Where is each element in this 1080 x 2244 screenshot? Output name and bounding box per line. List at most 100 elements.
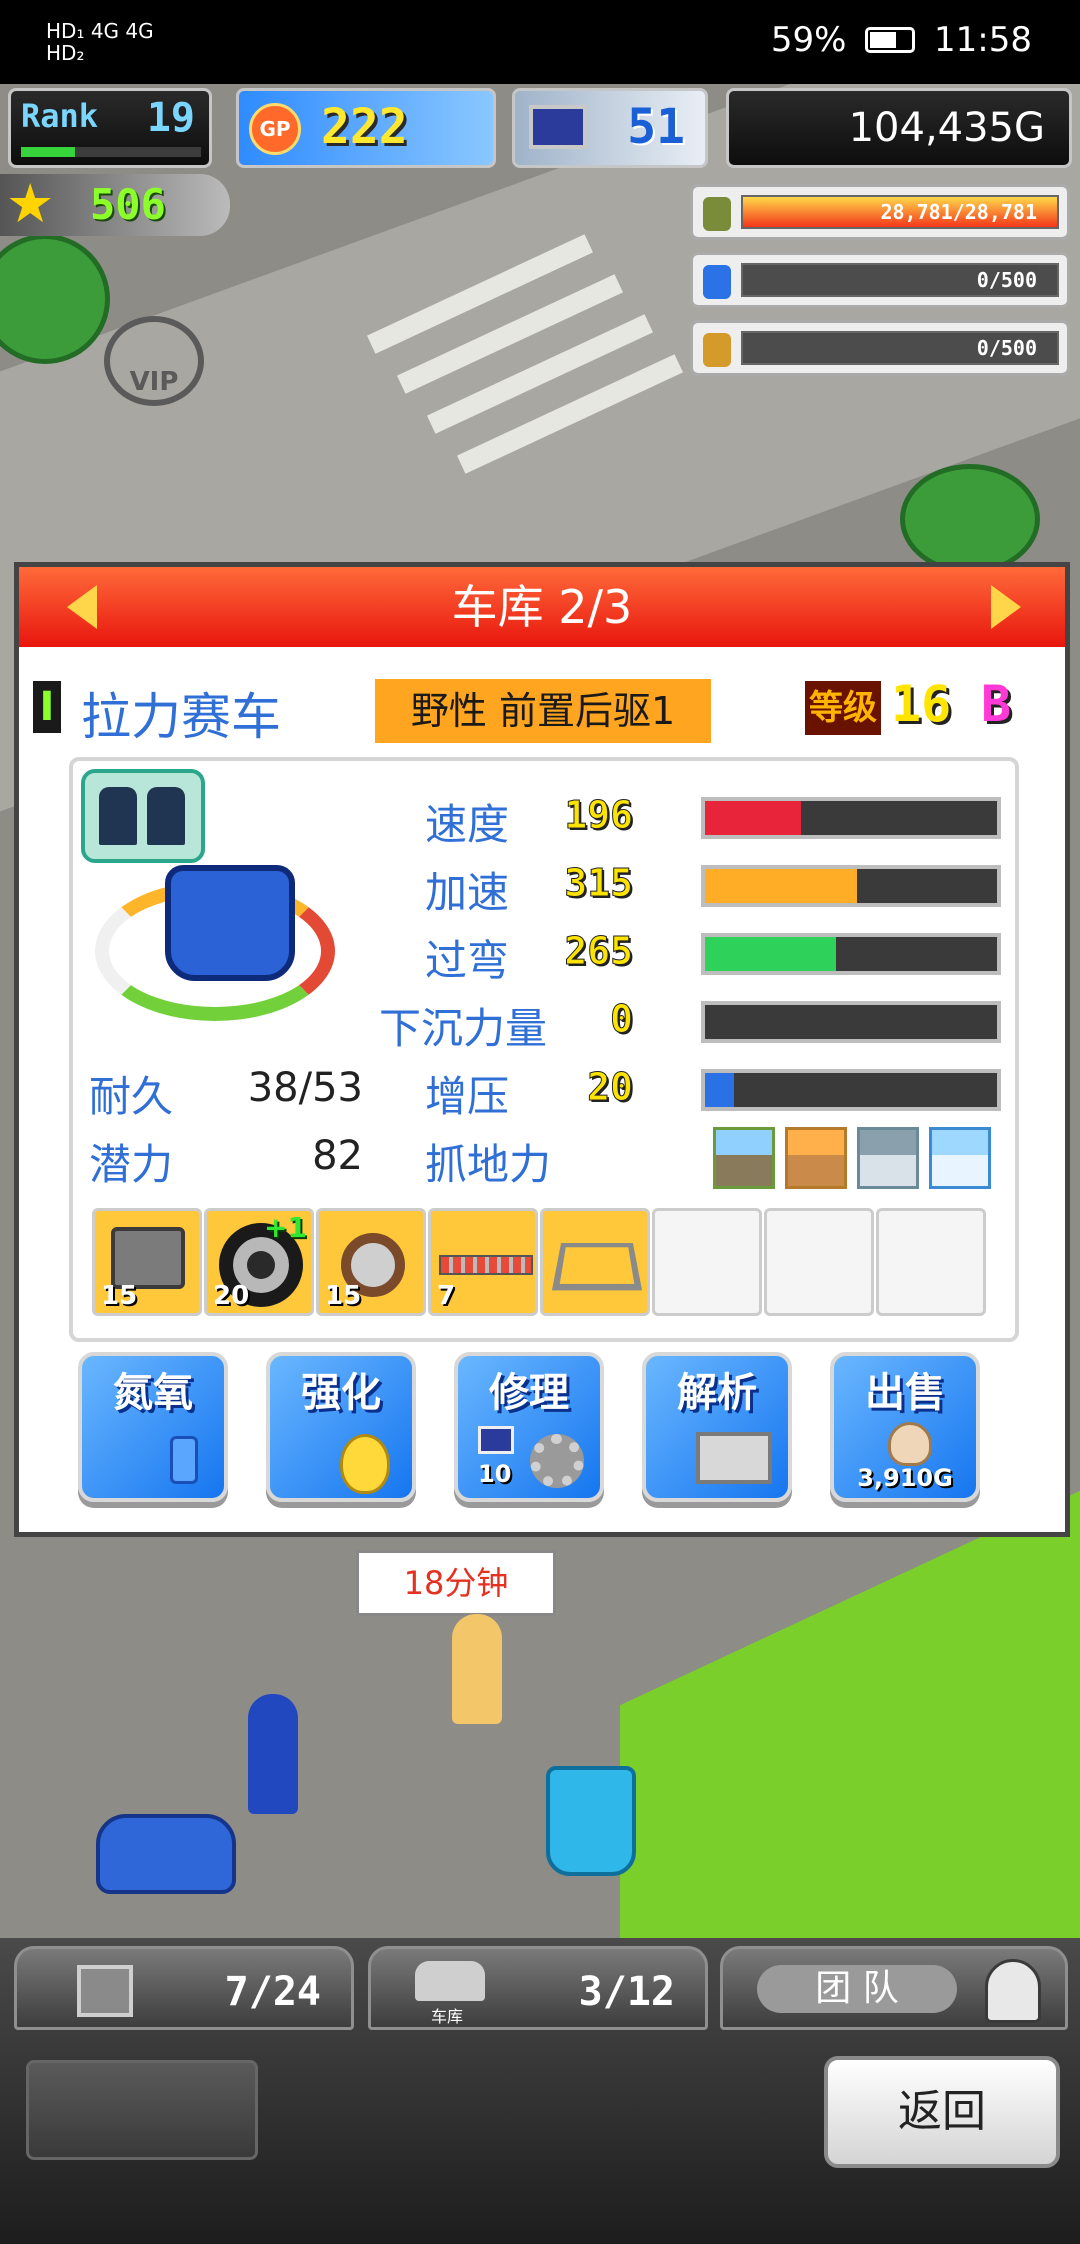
- trash-can: [546, 1766, 636, 1876]
- terrain-icon-desert: [785, 1127, 847, 1189]
- car-class-badge: I: [33, 681, 61, 733]
- research-points-value: 51: [627, 99, 685, 155]
- info-box: [26, 2060, 258, 2160]
- network-status: HD₁ 4G 4G: [46, 19, 154, 43]
- garage-car: [96, 1814, 236, 1894]
- repair-button[interactable]: 修理 10: [454, 1352, 604, 1502]
- potential-value: 82: [312, 1133, 363, 1179]
- gp-value: 222: [321, 99, 408, 155]
- status-bar: HD₁ 4G 4G HD₂ 59% 11:58: [0, 0, 1080, 84]
- part-slot-tire[interactable]: +1 20: [204, 1208, 314, 1316]
- network-status-2: HD₂: [46, 41, 85, 65]
- part-slot-suspension[interactable]: 7: [428, 1208, 538, 1316]
- signal-indicators: HD₁ 4G 4G HD₂: [46, 20, 154, 64]
- stat-bar-boost: [701, 1069, 1001, 1111]
- gp-panel[interactable]: GP 222: [236, 88, 496, 168]
- resource-bar-coins[interactable]: 28,781/28,781: [690, 184, 1070, 240]
- repair-label: 修理: [489, 1370, 569, 1416]
- battery-icon: [865, 27, 916, 53]
- next-arrow-icon[interactable]: [991, 585, 1021, 629]
- computer-icon: [478, 1426, 514, 1454]
- vip-icon[interactable]: VIP: [104, 316, 204, 406]
- stat-value-downforce: 0: [610, 997, 634, 1042]
- stat-bar-accel: [701, 865, 1001, 907]
- terrain-icon-mountain: [713, 1127, 775, 1189]
- car-grade: B: [981, 675, 1012, 733]
- tab-inventory[interactable]: 7/24: [14, 1946, 354, 2030]
- stat-label-accel: 加速: [425, 868, 510, 917]
- terrain-icon-ice: [929, 1127, 991, 1189]
- part-slot-brake[interactable]: 15: [316, 1208, 426, 1316]
- sell-price: 3,910G: [857, 1464, 953, 1492]
- part-slot-chassis[interactable]: [540, 1208, 650, 1316]
- sell-button[interactable]: 出售 3,910G: [830, 1352, 980, 1502]
- gear-icon: [530, 1434, 584, 1488]
- upgrade-label: 强化: [301, 1370, 381, 1416]
- part-slot-empty[interactable]: [652, 1208, 762, 1316]
- part-level: 15: [101, 1281, 138, 1311]
- sell-label: 出售: [865, 1370, 945, 1416]
- suspension-icon: [439, 1255, 533, 1275]
- clock: 11:58: [934, 20, 1032, 60]
- upgrade-button[interactable]: 强化: [266, 1352, 416, 1502]
- stat-bar-speed: [701, 797, 1001, 839]
- car-type-tag: 野性 前置后驱1: [375, 679, 711, 743]
- mechanic-character: [248, 1694, 298, 1814]
- garage-title: 车库 2/3: [451, 580, 633, 634]
- part-level: 15: [325, 1281, 362, 1311]
- parts-slot-icon[interactable]: [81, 769, 205, 863]
- part-slot-empty[interactable]: [876, 1208, 986, 1316]
- durability-value: 38/53: [247, 1065, 363, 1111]
- stat-value-accel: 315: [564, 861, 634, 906]
- chassis-frame-icon: [551, 1242, 643, 1291]
- stat-label-boost: 增压: [425, 1072, 510, 1121]
- stat-value-speed: 196: [564, 793, 634, 838]
- avatar: [985, 1959, 1041, 2023]
- car-level: 16: [891, 675, 952, 733]
- battery-percent: 59%: [770, 20, 847, 60]
- tab-team[interactable]: 团 队: [720, 1946, 1068, 2030]
- garage-tab-label: 车库: [431, 2007, 464, 2026]
- part-level: 20: [213, 1281, 250, 1311]
- timer-sign: 18分钟: [356, 1550, 556, 1616]
- rank-progress-bar: [21, 147, 201, 157]
- stat-value-boost: 20: [587, 1065, 634, 1110]
- rank-panel[interactable]: Rank 19: [8, 88, 212, 168]
- egg-icon: [340, 1434, 390, 1494]
- analyze-button[interactable]: 解析: [642, 1352, 792, 1502]
- stat-value-cornering: 265: [564, 929, 634, 974]
- inventory-count: 7/24: [224, 1969, 321, 2015]
- resource-bar-bottle[interactable]: 0/500: [690, 252, 1070, 308]
- garage-car-icon: [415, 1961, 485, 2001]
- research-points-panel[interactable]: 51: [512, 88, 708, 168]
- bottle-icon: [703, 265, 731, 299]
- gold-value: 104,435G: [848, 105, 1045, 151]
- stat-bar-cornering: [701, 933, 1001, 975]
- wheat-text: 0/500: [976, 336, 1037, 360]
- status-right: 59% 11:58: [771, 20, 1032, 60]
- gp-icon: GP: [249, 103, 301, 155]
- resource-bar-wheat[interactable]: 0/500: [690, 320, 1070, 376]
- back-label: 返回: [898, 2086, 986, 2137]
- analyze-label: 解析: [677, 1370, 757, 1416]
- crate-icon: [77, 1965, 133, 2017]
- star-icon: ★: [6, 172, 55, 235]
- star-panel[interactable]: ★ 506: [0, 174, 230, 236]
- garage-count: 3/12: [578, 1969, 675, 2015]
- bottom-bar: 7/24 车库 3/12 团 队 返回: [0, 1938, 1080, 2244]
- part-slot-engine[interactable]: 15: [92, 1208, 202, 1316]
- gold-panel[interactable]: 104,435G: [726, 88, 1072, 168]
- rank-value: 19: [146, 95, 195, 141]
- computer-icon: [529, 105, 587, 149]
- prev-arrow-icon[interactable]: [67, 585, 97, 629]
- coins-text: 28,781/28,781: [880, 200, 1037, 224]
- nitro-button[interactable]: 氮氧: [78, 1352, 228, 1502]
- part-bonus-badge: +1: [264, 1211, 307, 1244]
- part-slot-empty[interactable]: [764, 1208, 874, 1316]
- part-level: 7: [437, 1281, 456, 1311]
- tab-garage[interactable]: 车库 3/12: [368, 1946, 708, 2030]
- coin-stack-icon: [703, 197, 731, 231]
- back-button[interactable]: 返回: [824, 2056, 1060, 2168]
- rank-progress-fill: [21, 147, 75, 157]
- rank-label: Rank: [21, 97, 99, 135]
